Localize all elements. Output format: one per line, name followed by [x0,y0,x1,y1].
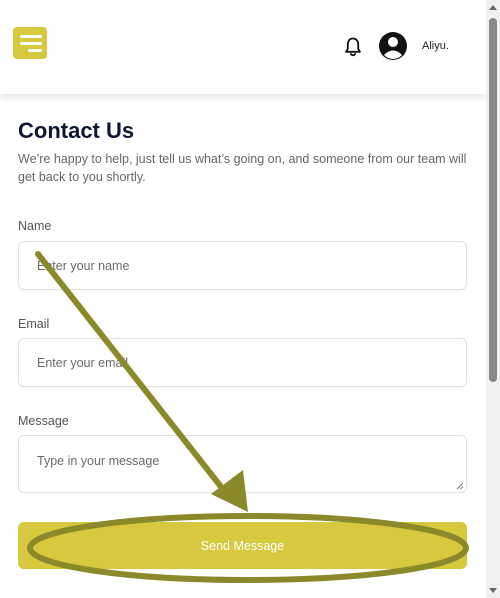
scroll-thumb[interactable] [489,18,497,382]
user-name[interactable]: Aliyu. [422,40,449,52]
user-avatar-icon[interactable] [378,31,408,61]
name-input[interactable] [18,241,467,290]
menu-icon-line [20,42,42,45]
page-title: Contact Us [18,118,135,143]
send-message-button[interactable]: Send Message [18,522,467,569]
page-intro: We’re happy to help, just tell us what’s… [18,152,467,184]
scroll-down-icon[interactable] [489,586,497,594]
top-bar: Aliyu. [0,0,486,94]
name-label: Name [18,219,52,233]
menu-button[interactable] [13,27,47,59]
email-input[interactable] [18,338,467,387]
scrollbar[interactable] [486,0,500,598]
menu-icon-line [28,49,42,52]
menu-icon-line [20,35,42,38]
message-label: Message [18,414,69,428]
bell-icon[interactable] [343,36,363,58]
email-label: Email [18,317,50,331]
scroll-up-icon[interactable] [489,4,497,12]
resize-grip-icon[interactable] [456,482,464,490]
message-textarea[interactable] [18,435,467,493]
